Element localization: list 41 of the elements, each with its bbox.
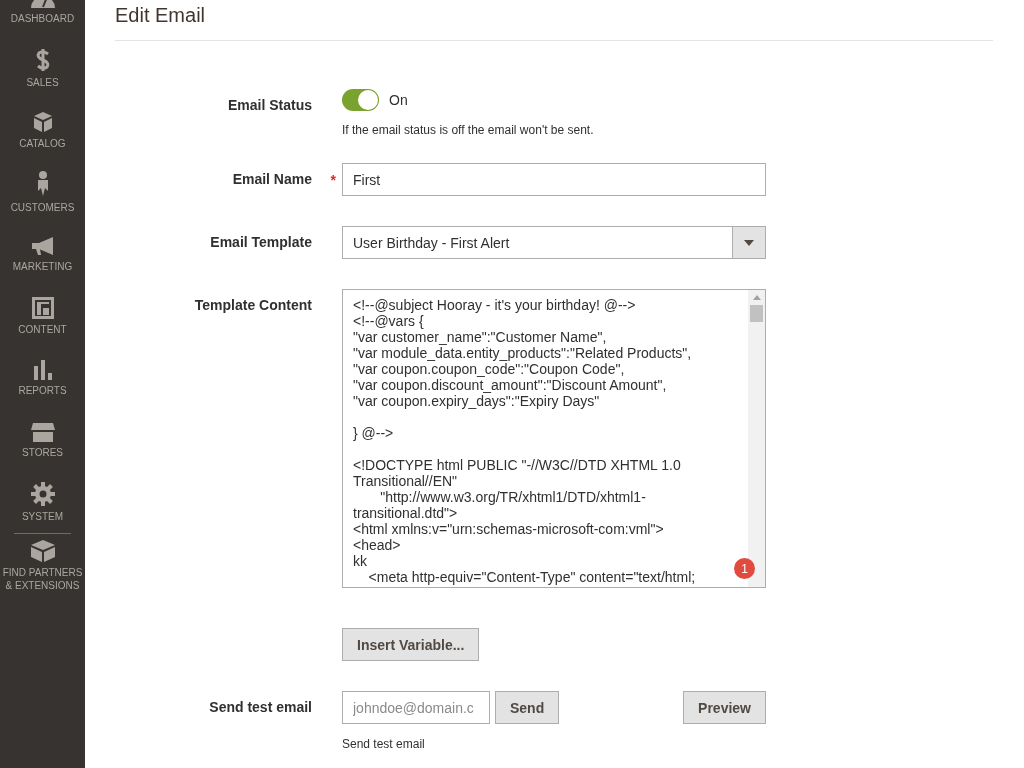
sidebar-item[interactable]: REPORTS — [0, 347, 85, 409]
scrollbar[interactable] — [748, 290, 765, 587]
page-title: Edit Email — [115, 0, 993, 41]
field-label: Email Template — [210, 234, 312, 250]
field-note: If the email status is off the email won't be sent. — [342, 123, 595, 137]
storefront-icon — [29, 421, 56, 442]
toggle-label: On — [389, 92, 408, 108]
template-content-field[interactable]: <!--@subject Hooray - it's your birthday! @--> <!--@vars { "var customer_name":"Customer Name", "var module_data.entity_products":"Related Products", "var coupon.coupon_code":"Coupon Code", "var coupon.discount_amount":"Discount Amount", "var coupon.expiry_days":"Expiry Days" } @--> <!DOCTYPE html PUBLIC "-//W3C//DTD XHTML 1.0 Transitional//EN" "http://www.w3.org/TR/xhtml1/DTD/xhtml1- transitional.dtd"> <html xmlns:v="urn:schemas-microsoft-com:vml"> <head> kk <meta http-equiv="Content-Type" content="text/html; 1 — [342, 289, 766, 588]
brick-icon — [29, 538, 56, 562]
scroll-up-icon — [752, 295, 761, 300]
person-icon — [36, 170, 49, 197]
sidebar-item[interactable]: SYSTEM — [0, 471, 85, 533]
send-button[interactable]: Send — [495, 691, 560, 724]
megaphone-icon — [30, 235, 55, 256]
test-email-field[interactable]: johndoe@domain.c — [342, 691, 490, 724]
email-name-field[interactable]: First — [342, 163, 766, 196]
sidebar-item[interactable]: CONTENT — [0, 285, 85, 347]
insert-variable-button[interactable]: Insert Variable... — [342, 628, 480, 661]
sidebar-item[interactable]: MARKETING — [0, 223, 85, 285]
sidebar-item[interactable]: SALES — [0, 37, 85, 99]
field-note: Send test email — [342, 737, 426, 751]
layout-icon — [31, 296, 54, 319]
bar-chart-icon — [32, 359, 53, 380]
preview-button[interactable]: Preview — [683, 691, 766, 724]
required-asterisk: * — [330, 172, 336, 188]
field-label: Email Status — [227, 97, 312, 113]
sidebar-item[interactable]: CATALOG — [0, 99, 85, 161]
toggle-switch[interactable] — [342, 89, 379, 111]
sidebar-item[interactable]: DASHBOARD — [0, 0, 85, 37]
field-label: Send test email — [209, 699, 312, 715]
settings-icon — [30, 481, 55, 506]
sidebar-item[interactable]: FIND PARTNERS & EXTENSIONS — [0, 534, 85, 596]
sidebar-item[interactable]: STORES — [0, 409, 85, 471]
dollar-icon — [34, 47, 51, 72]
box-icon — [32, 110, 53, 133]
caret-icon — [744, 239, 754, 246]
scroll-thumb[interactable] — [750, 305, 763, 322]
template-dropdown[interactable]: User Birthday - First Alert — [342, 226, 766, 259]
field-label: Template Content — [194, 297, 312, 313]
field-label: Email Name — [232, 171, 312, 187]
sidebar-item[interactable]: CUSTOMERS — [0, 161, 85, 223]
